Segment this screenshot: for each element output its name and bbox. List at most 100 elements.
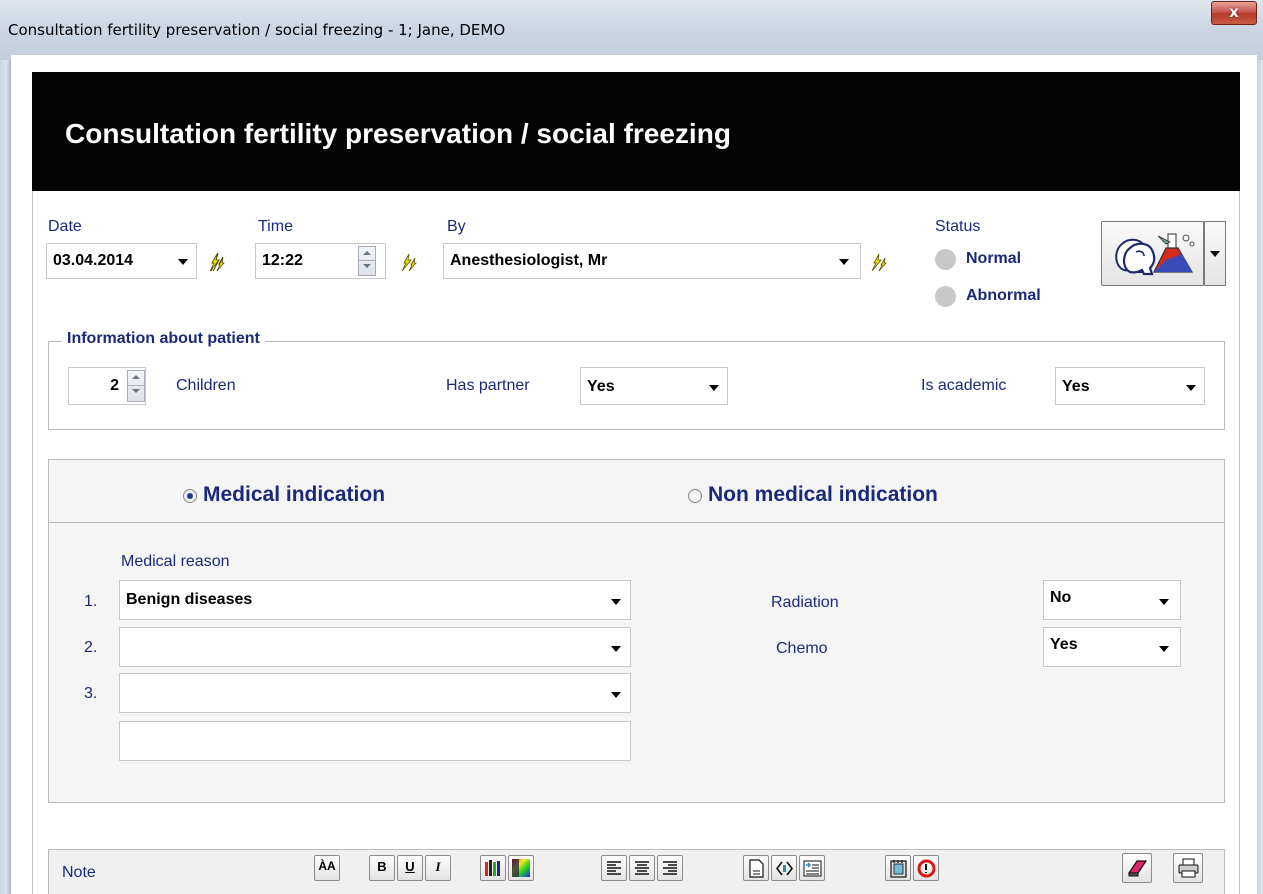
stepper-down-icon[interactable] (128, 386, 144, 401)
page-icon[interactable] (743, 855, 769, 881)
is-academic-dropdown[interactable]: Yes (1055, 367, 1205, 405)
chevron-down-icon (709, 385, 719, 391)
chevron-down-icon (1159, 646, 1169, 652)
chemo-dropdown[interactable]: Yes (1043, 627, 1181, 667)
close-icon: x (1229, 3, 1239, 21)
time-label: Time (258, 218, 293, 235)
medical-reason-2-dropdown[interactable] (119, 627, 631, 667)
background-color-glyph (512, 859, 530, 877)
status-normal-label[interactable]: Normal (966, 250, 1021, 268)
lightning-icon[interactable] (396, 251, 418, 273)
lightning-icon[interactable] (866, 251, 888, 273)
is-academic-value: Yes (1062, 378, 1090, 395)
chemo-value: Yes (1050, 636, 1078, 653)
time-stepper[interactable] (358, 246, 376, 276)
has-partner-label: Has partner (446, 377, 530, 394)
refresh-glyph (917, 859, 936, 878)
medical-reason-3-dropdown[interactable] (119, 673, 631, 713)
chevron-down-icon (1159, 599, 1169, 605)
window-left-border (0, 60, 11, 894)
lightning-icon[interactable] (204, 251, 226, 273)
patient-lab-icon (1115, 233, 1195, 276)
template-glyph (890, 860, 907, 878)
medical-reason-text-field[interactable] (119, 721, 631, 761)
radiation-value: No (1050, 589, 1072, 606)
form-header: Consultation fertility preservation / so… (32, 72, 1240, 191)
bold-glyph: B (377, 859, 387, 874)
date-value: 03.04.2014 (53, 252, 134, 269)
text-color-glyph (485, 860, 500, 876)
print-icon[interactable] (1173, 853, 1203, 883)
refresh-icon[interactable] (913, 855, 939, 881)
reason-number: 1. (84, 593, 98, 610)
eraser-icon[interactable] (1122, 853, 1152, 883)
note-label: Note (62, 864, 96, 881)
chemo-label: Chemo (776, 640, 828, 657)
radiation-dropdown[interactable]: No (1043, 580, 1181, 620)
window-right-border (1257, 60, 1263, 894)
stepper-up-icon[interactable] (359, 247, 375, 261)
patient-lab-button[interactable] (1101, 221, 1204, 286)
align-center-icon[interactable] (629, 855, 655, 881)
time-value: 12:22 (262, 252, 303, 269)
medical-indication-radio[interactable] (183, 489, 197, 503)
eraser-glyph (1127, 860, 1148, 877)
indent-icon[interactable] (771, 855, 797, 881)
status-label: Status (935, 218, 981, 235)
align-right-icon[interactable] (657, 855, 683, 881)
date-picker[interactable]: 03.04.2014 (46, 243, 197, 279)
window-title: Consultation fertility preservation / so… (8, 21, 506, 39)
align-right-glyph (663, 861, 677, 875)
italic-glyph: I (435, 859, 441, 874)
by-label: By (447, 218, 466, 235)
medical-reason-1-dropdown[interactable]: Benign diseases (119, 580, 631, 620)
align-left-glyph (607, 861, 621, 875)
children-stepper[interactable] (127, 370, 145, 402)
chevron-down-icon (611, 646, 621, 652)
reason-number: 2. (84, 639, 98, 656)
chevron-down-icon (611, 692, 621, 698)
is-academic-label: Is academic (921, 377, 1007, 394)
chevron-down-icon (611, 599, 621, 605)
outdent-glyph (803, 860, 822, 877)
indication-divider (49, 522, 1224, 523)
background-color-icon[interactable] (508, 855, 534, 881)
chevron-down-icon (1186, 385, 1196, 391)
by-value: Anesthesiologist, Mr (450, 252, 608, 269)
has-partner-value: Yes (587, 378, 615, 395)
indent-glyph (775, 861, 794, 876)
patient-lab-menu-button[interactable] (1204, 221, 1226, 286)
bold-icon[interactable]: B (369, 855, 395, 881)
template-icon[interactable] (885, 855, 911, 881)
text-color-icon[interactable] (480, 855, 506, 881)
non-medical-indication-label[interactable]: Non medical indication (708, 483, 938, 507)
form-title: Consultation fertility preservation / so… (65, 118, 731, 149)
patient-info-legend: Information about patient (62, 330, 265, 348)
non-medical-indication-radio[interactable] (688, 489, 702, 503)
medical-indication-label[interactable]: Medical indication (203, 483, 385, 507)
has-partner-dropdown[interactable]: Yes (580, 367, 728, 405)
font-size-icon[interactable]: ÀA (314, 855, 340, 881)
align-left-icon[interactable] (601, 855, 627, 881)
children-count-value: 2 (110, 377, 119, 394)
status-abnormal-label[interactable]: Abnormal (966, 287, 1041, 305)
medical-reason-1-value: Benign diseases (126, 591, 253, 608)
by-dropdown[interactable]: Anesthesiologist, Mr (443, 243, 861, 279)
outdent-icon[interactable] (799, 855, 825, 881)
print-glyph (1178, 858, 1199, 878)
date-label: Date (48, 218, 82, 235)
underline-icon[interactable]: U (397, 855, 423, 881)
align-center-glyph (635, 861, 649, 875)
status-normal-indicator[interactable] (935, 249, 956, 270)
radiation-label: Radiation (771, 594, 839, 611)
italic-icon[interactable]: I (425, 855, 451, 881)
stepper-up-icon[interactable] (128, 371, 144, 386)
page-glyph (749, 859, 764, 878)
chevron-down-icon (1210, 251, 1220, 257)
children-label: Children (176, 377, 236, 394)
chevron-down-icon (178, 259, 188, 265)
close-button[interactable]: x (1211, 1, 1257, 25)
status-abnormal-indicator[interactable] (935, 286, 956, 307)
window-titlebar: Consultation fertility preservation / so… (0, 0, 1263, 60)
stepper-down-icon[interactable] (359, 261, 375, 275)
